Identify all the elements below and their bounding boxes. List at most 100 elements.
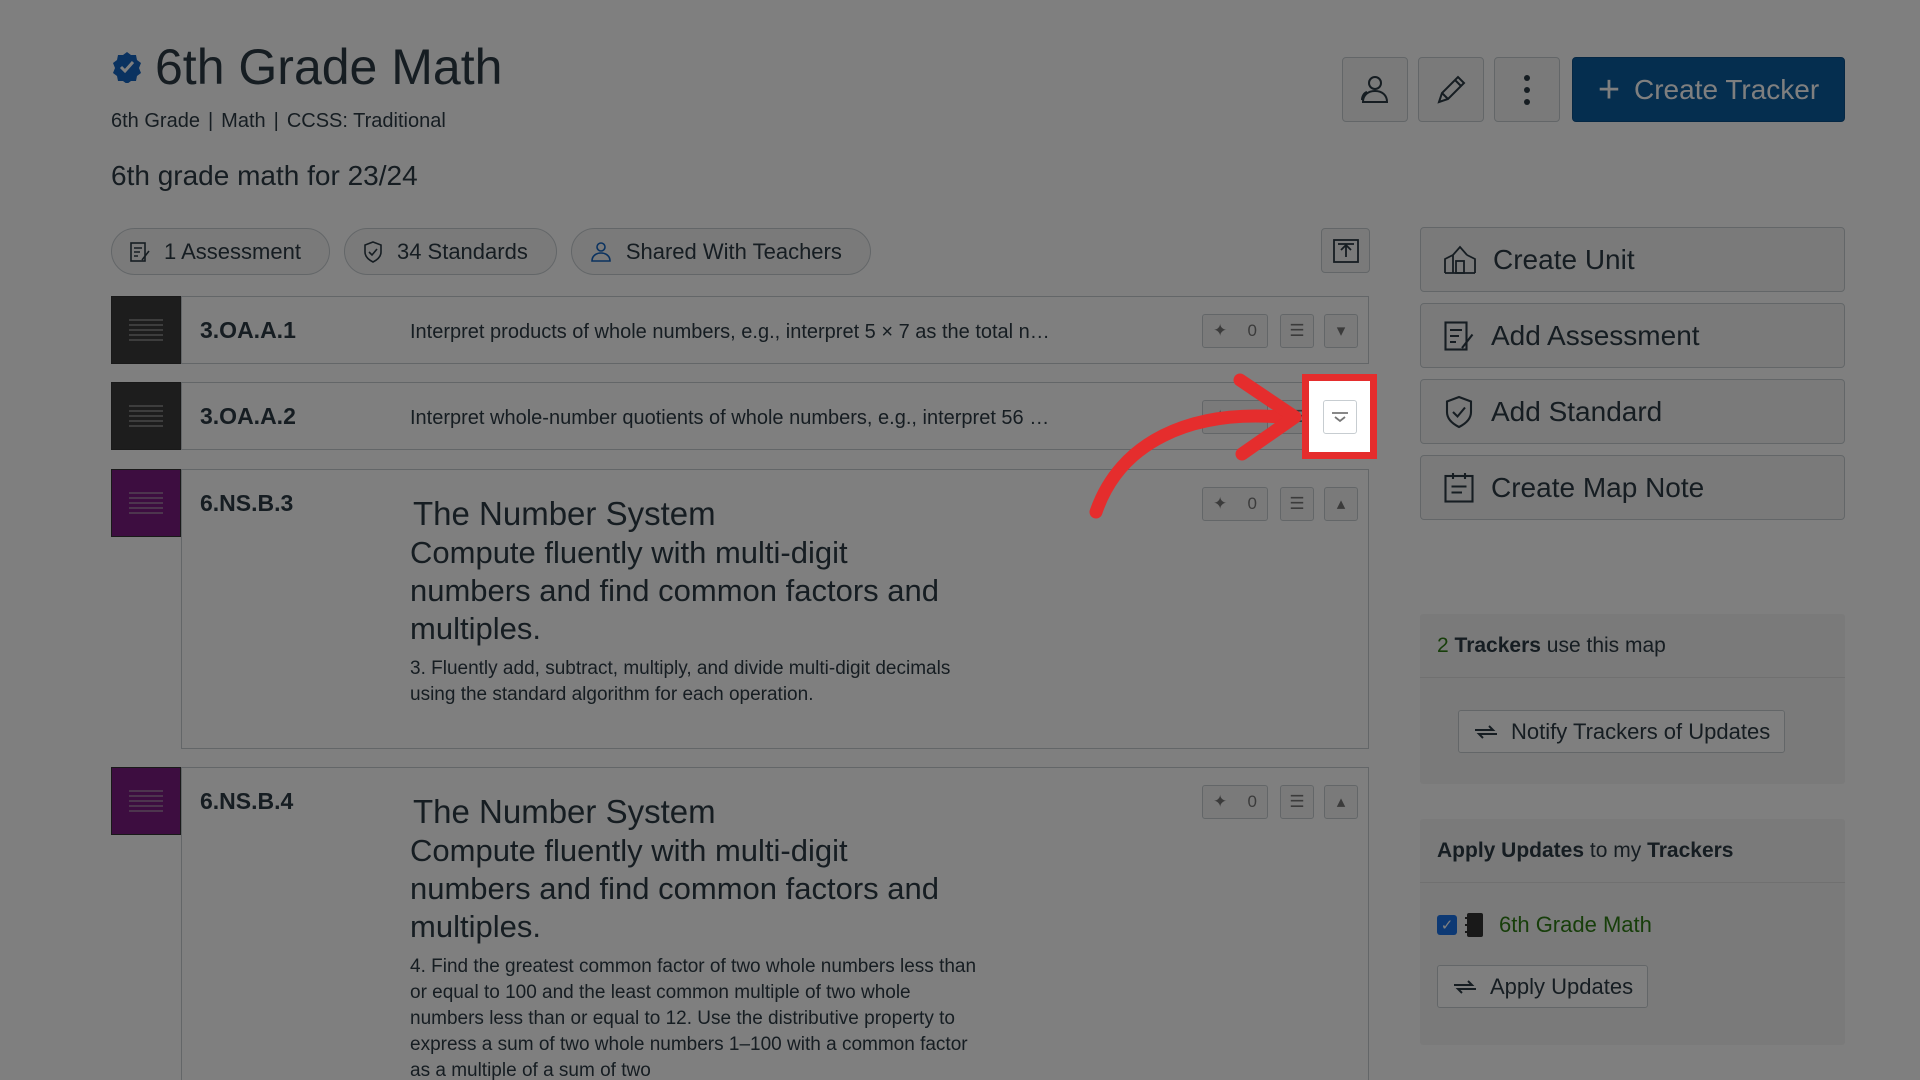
sync-icon bbox=[1454, 979, 1476, 994]
chevron-down-icon: ▾ bbox=[1336, 321, 1346, 340]
standard-text: Interpret whole-number quotients of whol… bbox=[410, 407, 1050, 429]
pin-button[interactable]: ✦ 0 bbox=[1202, 314, 1268, 348]
standard-description: 3. Fluently add, subtract, multiply, and… bbox=[410, 658, 951, 705]
map-metadata: 6th Grade | Math | CCSS: Traditional bbox=[111, 110, 446, 133]
tracker-option: ✓ 6th Grade Math bbox=[1437, 911, 1652, 939]
assessments-pill[interactable]: 1 Assessment bbox=[111, 228, 330, 275]
expand-button[interactable]: ▾ bbox=[1324, 314, 1358, 348]
pill-label: Shared With Teachers bbox=[625, 238, 842, 264]
standard-row-expanded: 6.NS.B.4 The Number System Compute fluen… bbox=[111, 767, 1369, 1080]
drag-handle[interactable] bbox=[111, 469, 181, 537]
sidebar-action-label: Create Unit bbox=[1493, 243, 1635, 275]
add-standard-button[interactable]: Add Standard bbox=[1420, 379, 1845, 444]
export-button[interactable] bbox=[1321, 228, 1370, 273]
edit-button[interactable] bbox=[1418, 57, 1484, 122]
standard-row: 3.OA.A.1 Interpret products of whole num… bbox=[111, 296, 1369, 364]
subject-label: Math bbox=[221, 110, 266, 132]
verified-badge-icon bbox=[113, 52, 141, 83]
unit-icon bbox=[1444, 245, 1476, 274]
apply-mid: to my bbox=[1589, 838, 1642, 862]
apply-panel-header: Apply Updates to my Trackers bbox=[1420, 819, 1845, 883]
shield-icon bbox=[1445, 395, 1473, 428]
standard-description: 4. Find the greatest common factor of tw… bbox=[410, 956, 977, 1080]
pill-label: 34 Standards bbox=[396, 238, 528, 264]
pin-count: 0 bbox=[1247, 792, 1257, 811]
assessment-icon bbox=[1444, 320, 1474, 351]
pin-icon: ✦ bbox=[1213, 321, 1228, 340]
pill-label: 1 Assessment bbox=[164, 238, 301, 264]
tutorial-arrow-icon bbox=[1089, 373, 1302, 519]
notes-button[interactable]: ☰ bbox=[1280, 785, 1314, 819]
collapse-button[interactable]: ▴ bbox=[1324, 487, 1358, 521]
add-assessment-button[interactable]: Add Assessment bbox=[1420, 303, 1845, 368]
tracker-link[interactable]: 6th Grade Math bbox=[1499, 912, 1652, 938]
grade-label: 6th Grade bbox=[111, 110, 200, 132]
domain-title: The Number System bbox=[413, 793, 716, 830]
create-unit-button[interactable]: Create Unit bbox=[1420, 227, 1845, 292]
share-button[interactable] bbox=[1342, 57, 1408, 122]
collapse-button[interactable]: ▴ bbox=[1324, 785, 1358, 819]
assessment-icon bbox=[130, 241, 150, 262]
chevron-down-icon bbox=[1331, 411, 1348, 422]
domain-title: The Number System bbox=[413, 495, 716, 532]
sidebar-action-label: Add Assessment bbox=[1491, 319, 1700, 351]
upload-icon bbox=[1332, 238, 1359, 263]
curriculum-map-page: 6th Grade Math 6th Grade | Math | CCSS: Trad… bbox=[0, 0, 1920, 1080]
drag-handle[interactable] bbox=[111, 767, 181, 835]
trackers-count: 2 bbox=[1437, 633, 1449, 657]
trackers-panel-header: 2 Trackers use this map bbox=[1420, 614, 1845, 678]
standards-pill[interactable]: 34 Standards bbox=[343, 228, 557, 275]
create-tracker-label: Create Tracker bbox=[1634, 73, 1820, 105]
sidebar-action-label: Add Standard bbox=[1491, 395, 1663, 427]
summary-pills: 1 Assessment 34 Standards Shared With Te… bbox=[111, 228, 871, 275]
pin-icon: ✦ bbox=[1213, 792, 1228, 811]
pencil-icon bbox=[1437, 75, 1466, 104]
standard-code: 3.OA.A.1 bbox=[200, 317, 296, 343]
standard-code: 6.NS.B.3 bbox=[200, 490, 294, 516]
create-tracker-button[interactable]: + Create Tracker bbox=[1572, 57, 1845, 122]
drag-handle[interactable] bbox=[111, 382, 181, 450]
sync-icon bbox=[1475, 724, 1497, 739]
more-options-button[interactable] bbox=[1494, 57, 1560, 122]
cluster-title: Compute fluently with multi-digit number… bbox=[410, 833, 939, 944]
note-icon bbox=[1444, 472, 1474, 503]
users-icon bbox=[591, 241, 611, 262]
standards-set-label: CCSS: Traditional bbox=[286, 110, 446, 132]
apply-label: Apply Updates bbox=[1490, 973, 1634, 999]
pin-button[interactable]: ✦ 0 bbox=[1202, 785, 1268, 819]
trackers-suffix: use this map bbox=[1546, 633, 1666, 657]
separator: | bbox=[273, 110, 279, 132]
cluster-title: Compute fluently with multi-digit number… bbox=[410, 535, 939, 646]
shield-icon bbox=[364, 240, 382, 263]
drag-handle[interactable] bbox=[111, 296, 181, 364]
list-icon: ☰ bbox=[1289, 321, 1305, 340]
sidebar-action-label: Create Map Note bbox=[1491, 471, 1705, 503]
standard-details: The Number System Compute fluently with … bbox=[410, 494, 980, 708]
page-title: 6th Grade Math bbox=[155, 39, 503, 95]
standard-card: 6.NS.B.4 The Number System Compute fluen… bbox=[181, 767, 1369, 1080]
tracker-checkbox[interactable]: ✓ bbox=[1437, 915, 1457, 935]
standard-text: Interpret products of whole numbers, e.g… bbox=[410, 321, 1050, 343]
list-icon: ☰ bbox=[1289, 792, 1305, 811]
chevron-up-icon: ▴ bbox=[1336, 494, 1346, 513]
users-icon bbox=[1361, 75, 1389, 103]
expand-button[interactable] bbox=[1322, 399, 1357, 434]
highlighted-expand-button[interactable] bbox=[1302, 374, 1377, 459]
standard-code: 3.OA.A.2 bbox=[200, 403, 296, 429]
apply-bold-trackers: Trackers bbox=[1647, 838, 1734, 862]
notes-button[interactable]: ☰ bbox=[1280, 314, 1314, 348]
notebook-icon bbox=[1465, 913, 1483, 937]
plus-icon: + bbox=[1597, 68, 1621, 111]
apply-updates-panel: Apply Updates to my Trackers ✓ 6th Grade… bbox=[1420, 819, 1845, 1045]
apply-updates-button[interactable]: Apply Updates bbox=[1437, 965, 1649, 1008]
kebab-icon bbox=[1524, 74, 1530, 105]
map-description: 6th grade math for 23/24 bbox=[111, 160, 418, 191]
trackers-bold: Trackers bbox=[1454, 633, 1541, 657]
trackers-panel: 2 Trackers use this map Notify Trackers … bbox=[1420, 614, 1845, 784]
shared-pill[interactable]: Shared With Teachers bbox=[570, 228, 871, 275]
notify-trackers-button[interactable]: Notify Trackers of Updates bbox=[1458, 710, 1786, 753]
standard-card: 3.OA.A.1 Interpret products of whole num… bbox=[181, 296, 1369, 364]
notify-label: Notify Trackers of Updates bbox=[1511, 718, 1771, 744]
standard-details: The Number System Compute fluently with … bbox=[410, 792, 980, 1080]
create-map-note-button[interactable]: Create Map Note bbox=[1420, 455, 1845, 520]
